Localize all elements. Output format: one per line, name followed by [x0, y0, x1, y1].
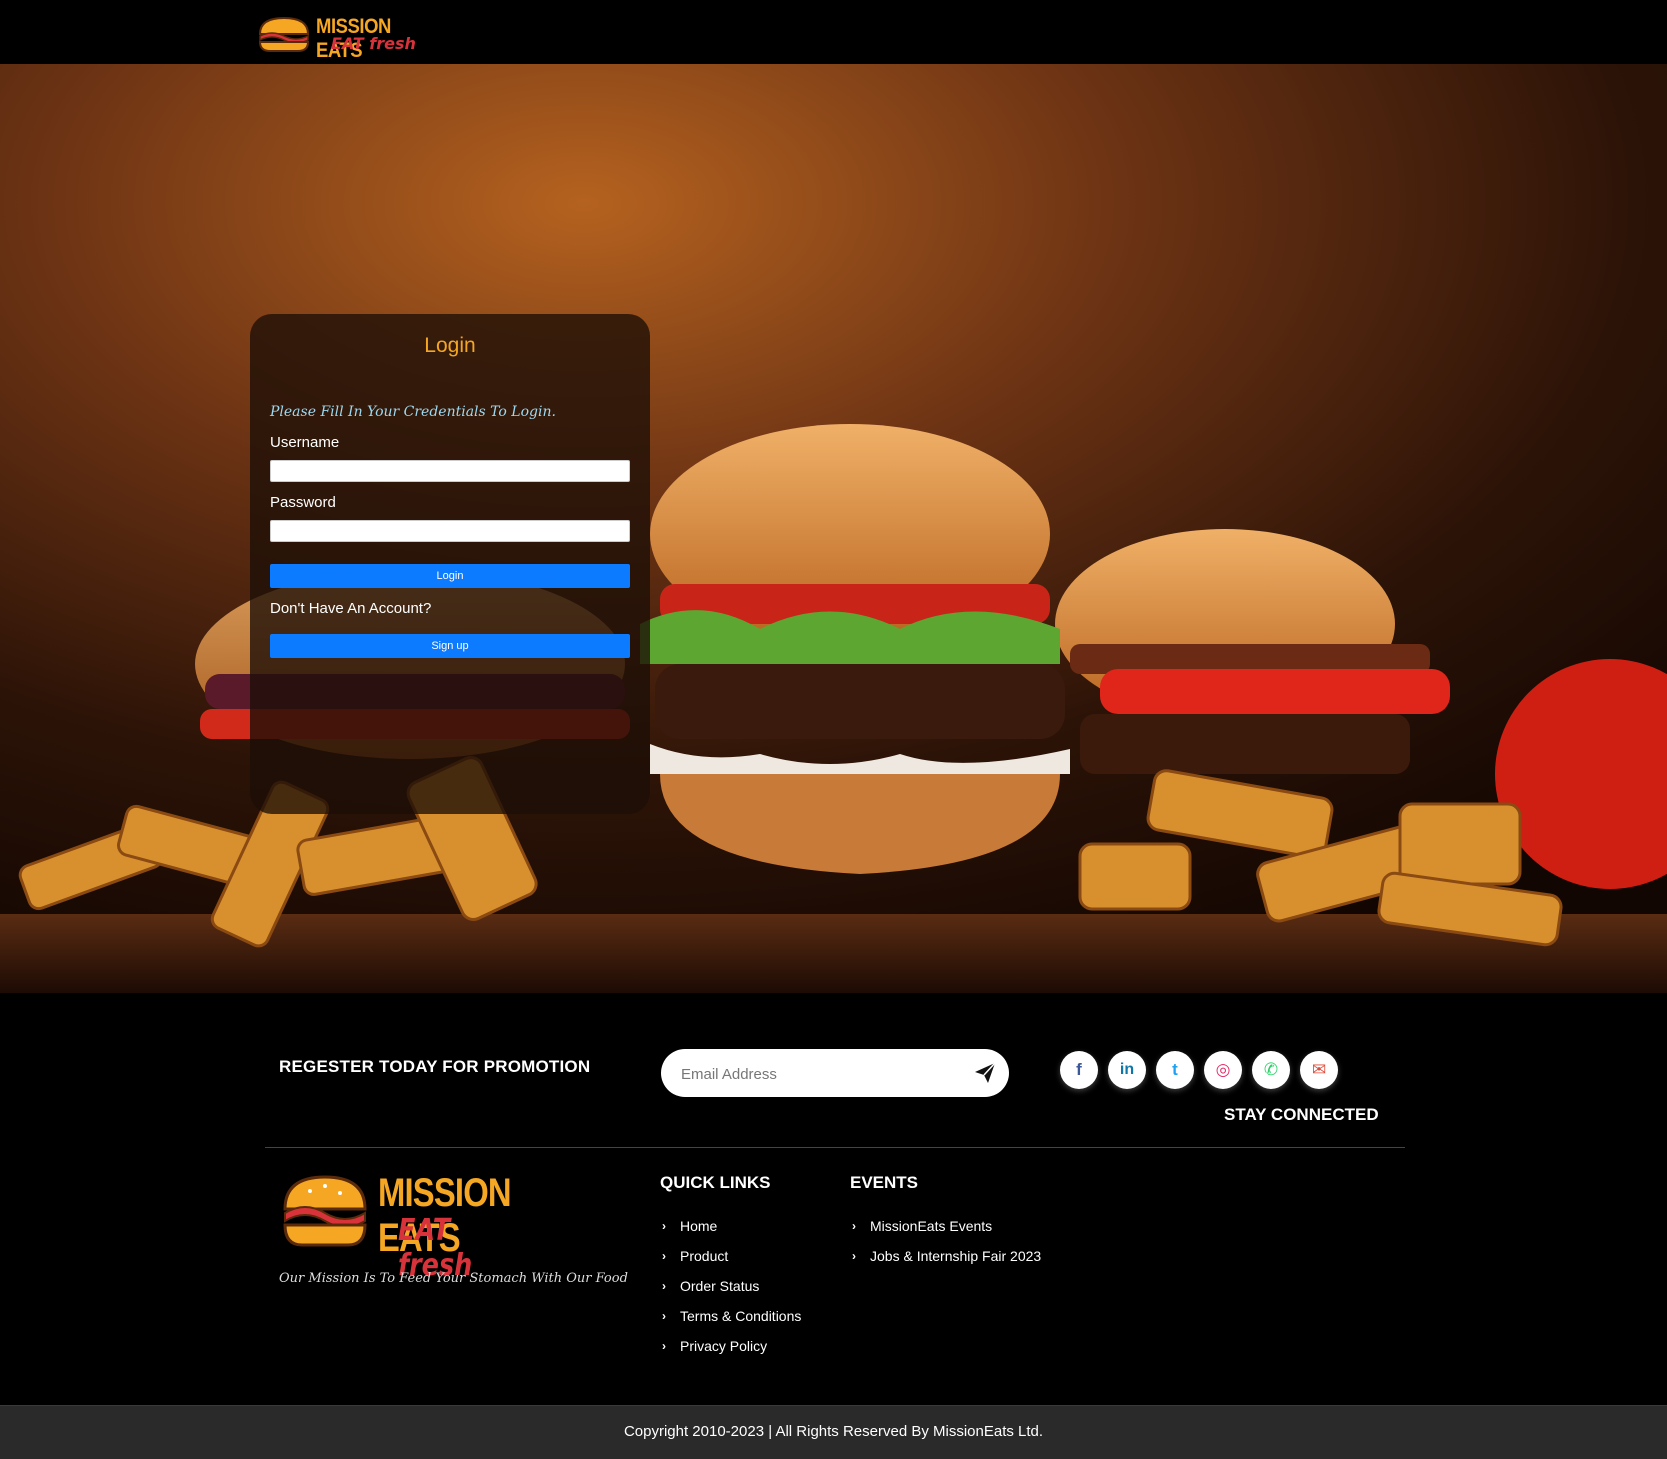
- email-icon[interactable]: ✉: [1300, 1051, 1338, 1089]
- burger-logo-icon: [283, 1175, 367, 1247]
- events-heading: EVENTS: [850, 1173, 919, 1192]
- whatsapp-icon[interactable]: ✆: [1252, 1051, 1290, 1089]
- event-link-label: MissionEats Events: [870, 1218, 993, 1234]
- stay-connected-text: STAY CONNECTED: [1224, 1105, 1379, 1124]
- newsletter-form: [661, 1049, 1009, 1097]
- event-link-missioneats-events[interactable]: › MissionEats Events: [852, 1211, 1041, 1241]
- quick-links-heading: QUICK LINKS: [660, 1173, 771, 1192]
- quick-link-label: Order Status: [680, 1278, 760, 1294]
- brand-tagline: EAT fresh: [331, 34, 416, 53]
- chevron-right-icon: ›: [662, 1309, 666, 1323]
- facebook-icon[interactable]: f: [1060, 1051, 1098, 1089]
- brand-logo[interactable]: MISSION EATS EAT fresh: [256, 14, 426, 62]
- burger-logo-icon: [258, 16, 310, 52]
- chevron-right-icon: ›: [662, 1249, 666, 1263]
- login-button[interactable]: Login: [270, 564, 630, 588]
- copyright-text: Copyright 2010-2023 | All Rights Reserve…: [623, 1423, 1044, 1440]
- quick-link-label: Home: [680, 1218, 718, 1234]
- events-list: › MissionEats Events › Jobs & Internship F…: [852, 1211, 1041, 1271]
- instagram-icon[interactable]: ◎: [1204, 1051, 1242, 1089]
- chevron-right-icon: ›: [662, 1279, 666, 1293]
- top-navbar: MISSION EATS EAT fresh: [0, 0, 1667, 64]
- no-account-text: Don't Have An Account?: [270, 600, 432, 617]
- chevron-right-icon: ›: [852, 1219, 856, 1233]
- password-input[interactable]: [270, 520, 630, 542]
- mission-statement: Our Mission Is To Feed Your Stomach With…: [279, 1271, 628, 1286]
- login-card: Login Please Fill In Your Credentials To…: [250, 314, 650, 814]
- quick-links-list: › Home › Product › Order Status › Terms & Co…: [662, 1211, 801, 1361]
- promo-heading: REGESTER TODAY FOR PROMOTION: [279, 1057, 591, 1076]
- linkedin-icon[interactable]: in: [1108, 1051, 1146, 1089]
- signup-button[interactable]: Sign up: [270, 634, 630, 658]
- quick-link-label: Terms & Conditions: [680, 1308, 802, 1324]
- login-title: Login: [424, 334, 476, 357]
- quick-link-product[interactable]: › Product: [662, 1241, 801, 1271]
- event-link-label: Jobs & Internship Fair 2023: [870, 1248, 1042, 1264]
- quick-link-label: Product: [680, 1248, 729, 1264]
- copyright-bar: Copyright 2010-2023 | All Rights Reserve…: [0, 1405, 1667, 1459]
- username-label: Username: [270, 434, 340, 451]
- newsletter-email-input[interactable]: [679, 1061, 953, 1087]
- password-label: Password: [270, 494, 336, 511]
- chevron-right-icon: ›: [852, 1249, 856, 1263]
- chevron-right-icon: ›: [662, 1339, 666, 1353]
- paper-plane-icon[interactable]: [973, 1061, 997, 1085]
- chevron-right-icon: ›: [662, 1219, 666, 1233]
- quick-link-privacy[interactable]: › Privacy Policy: [662, 1331, 801, 1361]
- quick-link-order-status[interactable]: › Order Status: [662, 1271, 801, 1301]
- quick-link-home[interactable]: › Home: [662, 1211, 801, 1241]
- login-instructions: Please Fill In Your Credentials To Login…: [270, 404, 556, 420]
- site-footer: REGESTER TODAY FOR PROMOTION f in t ◎ ✆ …: [0, 993, 1667, 1405]
- username-input[interactable]: [270, 460, 630, 482]
- event-link-jobs-fair[interactable]: › Jobs & Internship Fair 2023: [852, 1241, 1041, 1271]
- hero-banner: Login Please Fill In Your Credentials To…: [0, 64, 1667, 993]
- footer-divider: [265, 1147, 1405, 1148]
- twitter-icon[interactable]: t: [1156, 1051, 1194, 1089]
- footer-brand-logo[interactable]: MISSION EATS EAT fresh: [280, 1171, 550, 1283]
- quick-link-terms[interactable]: › Terms & Conditions: [662, 1301, 801, 1331]
- quick-link-label: Privacy Policy: [680, 1338, 768, 1354]
